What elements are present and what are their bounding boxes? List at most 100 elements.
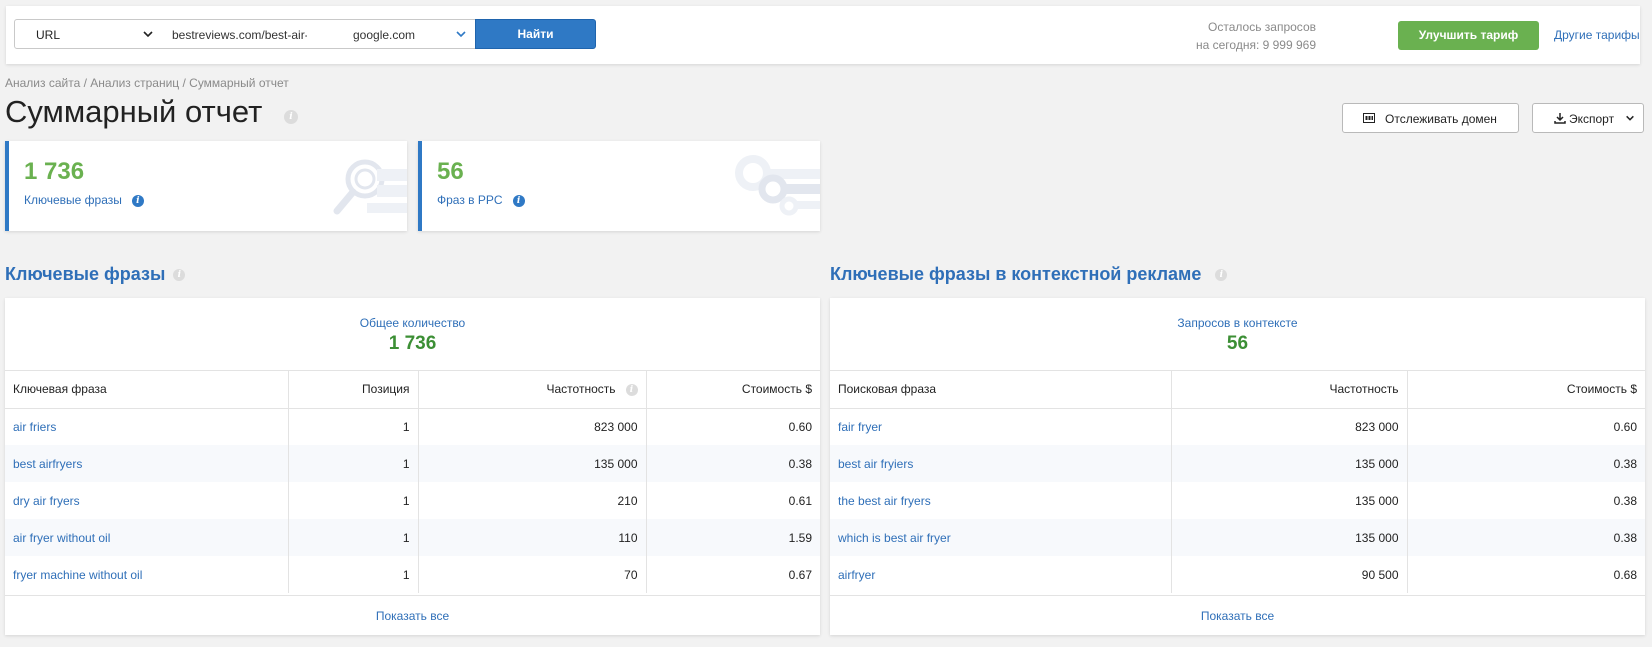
chevron-down-icon	[143, 31, 153, 38]
page-title: Суммарный отчет	[5, 94, 263, 129]
cost-cell: 0.38	[646, 445, 820, 482]
column-header-frequency[interactable]: Частотность i	[418, 371, 647, 409]
frequency-cell: 210	[418, 482, 647, 519]
ppc-section-title: Ключевые фразы в контекстной рекламе i	[830, 264, 1228, 285]
column-header-search-phrase[interactable]: Поисковая фраза	[830, 371, 1172, 409]
ppc-summary-card[interactable]: 56 Фраз в PPC i	[418, 141, 820, 231]
magnifier-icon	[333, 159, 407, 215]
cost-cell: 0.67	[788, 567, 812, 582]
position-cell: 1	[288, 482, 419, 519]
find-button[interactable]: Найти	[475, 19, 596, 49]
position-cell: 1	[288, 556, 419, 593]
search-engine-select[interactable]: google.com	[345, 19, 476, 49]
keywords-card-label-text: Ключевые фразы	[24, 193, 122, 207]
keywords-total-block: Общее количество 1 736	[5, 298, 820, 371]
keywords-total-value: 1 736	[388, 333, 437, 354]
chevron-down-icon	[456, 31, 466, 38]
frequency-cell: 70	[418, 556, 647, 593]
quota-line-1: Осталось запросов	[1208, 20, 1316, 34]
keywords-section-title-text: Ключевые фразы	[5, 264, 166, 284]
ppc-total-block: Запросов в контексте 56	[830, 298, 1645, 371]
frequency-cell: 135 000	[1171, 519, 1408, 556]
keyword-link[interactable]: air fryer without oil	[5, 519, 289, 556]
table-row: fair fryer 823 000 0.60	[830, 408, 1645, 445]
quota-line-2: на сегодня: 9 999 969	[1195, 38, 1316, 52]
table-row: fryer machine without oil 1 70 0.67	[5, 556, 820, 593]
keyword-link[interactable]: air friers	[5, 408, 289, 445]
url-input[interactable]: bestreviews.com/best-air-	[162, 19, 346, 49]
position-cell: 1	[288, 519, 419, 556]
upgrade-plan-button[interactable]: Улучшить тариф	[1398, 21, 1539, 50]
show-all-ppc-link[interactable]: Показать все	[830, 595, 1645, 635]
keyword-link[interactable]: best airfryers	[5, 445, 289, 482]
ppc-table: Поисковая фраза Частотность Стоимость $ …	[830, 371, 1645, 593]
keyword-link[interactable]: dry air fryers	[5, 482, 289, 519]
cost-cell: 0.60	[1613, 419, 1637, 434]
keywords-summary-card[interactable]: 1 736 Ключевые фразы i	[5, 141, 407, 231]
tracking-icon	[1363, 113, 1375, 123]
other-plans-link[interactable]: Другие тарифы	[1554, 28, 1640, 42]
frequency-cell: 135 000	[418, 445, 647, 482]
column-header-keyword[interactable]: Ключевая фраза	[5, 371, 289, 409]
breadcrumb: Анализ сайта / Анализ страниц / Суммарны…	[5, 76, 289, 90]
top-search-bar: URL bestreviews.com/best-air- google.com…	[6, 6, 1640, 64]
keyword-link[interactable]: fryer machine without oil	[5, 556, 289, 593]
table-row: air friers 1 823 000 0.60	[5, 408, 820, 445]
ppc-panel: Запросов в контексте 56 Поисковая фраза …	[830, 298, 1645, 635]
table-row: which is best air fryer 135 000 0.38	[830, 519, 1645, 556]
search-phrase-link[interactable]: best air fryiers	[830, 445, 1172, 482]
frequency-cell: 110	[418, 519, 647, 556]
column-header-frequency[interactable]: Частотность	[1171, 371, 1408, 409]
keywords-section-title: Ключевые фразы i	[5, 264, 186, 285]
cost-cell: 0.38	[1613, 493, 1637, 508]
frequency-cell: 823 000	[418, 408, 647, 445]
search-phrase-link[interactable]: the best air fryers	[830, 482, 1172, 519]
keywords-panel: Общее количество 1 736 Ключевая фраза По…	[5, 298, 820, 635]
track-domain-label: Отслеживать домен	[1385, 112, 1497, 126]
frequency-cell: 135 000	[1171, 482, 1408, 519]
track-domain-button[interactable]: Отслеживать домен	[1342, 103, 1519, 133]
search-phrase-link[interactable]: fair fryer	[830, 408, 1172, 445]
info-icon[interactable]: i	[512, 194, 525, 207]
ppc-count: 56	[437, 158, 464, 185]
cost-cell: 0.60	[788, 419, 812, 434]
table-row: air fryer without oil 1 110 1.59	[5, 519, 820, 556]
info-icon[interactable]: i	[284, 110, 298, 124]
export-label: Экспорт	[1569, 112, 1615, 126]
table-row: the best air fryers 135 000 0.38	[830, 482, 1645, 519]
table-header-row: Ключевая фраза Позиция Частотность i Стои…	[5, 371, 820, 409]
keys-icon	[735, 155, 820, 216]
ppc-card-label-text: Фраз в PPC	[437, 193, 503, 207]
info-icon[interactable]: i	[625, 384, 638, 397]
table-row: dry air fryers 1 210 0.61	[5, 482, 820, 519]
frequency-cell: 90 500	[1171, 556, 1408, 593]
keywords-table: Ключевая фраза Позиция Частотность i Стои…	[5, 371, 820, 593]
table-row: airfryer 90 500 0.68	[830, 556, 1645, 593]
search-phrase-link[interactable]: airfryer	[830, 556, 1172, 593]
cost-cell: 0.61	[788, 493, 812, 508]
search-phrase-link[interactable]: which is best air fryer	[830, 519, 1172, 556]
table-row: best air fryiers 135 000 0.38	[830, 445, 1645, 482]
ppc-total-value: 56	[1226, 333, 1249, 354]
column-header-position[interactable]: Позиция	[288, 371, 419, 409]
show-all-keywords-link[interactable]: Показать все	[5, 595, 820, 635]
cost-cell: 0.38	[1407, 519, 1645, 556]
info-icon[interactable]: i	[173, 269, 186, 282]
search-type-select[interactable]: URL	[14, 19, 163, 49]
column-header-cost[interactable]: Стоимость $	[1407, 371, 1645, 409]
info-icon[interactable]: i	[1215, 269, 1228, 282]
column-header-cost[interactable]: Стоимость $	[646, 371, 820, 409]
info-icon[interactable]: i	[131, 194, 144, 207]
ppc-total-caption: Запросов в контексте	[1177, 316, 1298, 330]
table-header-row: Поисковая фраза Частотность Стоимость $	[830, 371, 1645, 409]
keywords-total-caption: Общее количество	[359, 316, 466, 330]
search-type-value: URL	[36, 28, 61, 42]
ppc-section-title-text: Ключевые фразы в контекстной рекламе	[830, 264, 1202, 284]
url-input-value: bestreviews.com/best-air-	[172, 28, 307, 42]
keywords-card-label: Ключевые фразы i	[24, 193, 144, 207]
requests-quota: Осталось запросов на сегодня: 9 999 969	[1196, 18, 1316, 54]
chevron-down-icon	[1626, 115, 1634, 121]
export-button[interactable]: Экспорт	[1532, 103, 1644, 133]
cost-cell: 0.68	[1613, 567, 1637, 582]
column-header-frequency-text: Частотность	[546, 382, 616, 397]
